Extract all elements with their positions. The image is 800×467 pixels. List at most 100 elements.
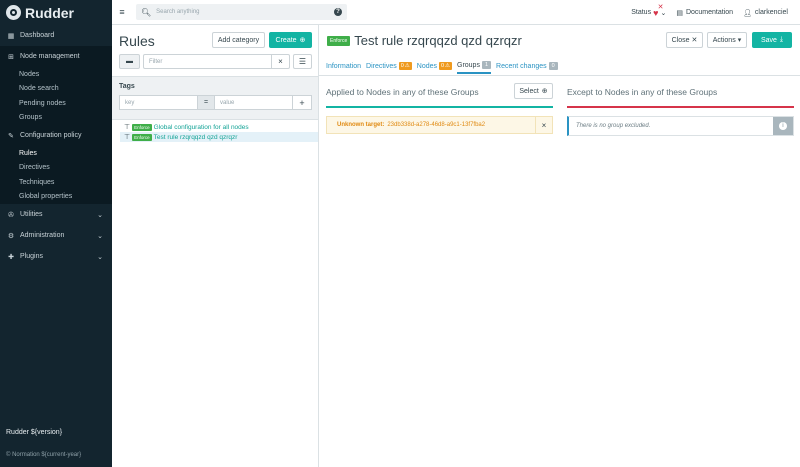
save-button[interactable]: Save ⤓: [752, 32, 792, 48]
actions-button[interactable]: Actions ▾: [707, 32, 747, 48]
tag-value-input[interactable]: value: [214, 95, 293, 110]
sidebar-item-label: Dashboard: [20, 32, 55, 39]
select-button[interactable]: Select ⊕: [514, 83, 553, 99]
configuration-policy-submenu: Rules Directives Techniques Global prope…: [0, 146, 112, 204]
warning-icon: ⚠: [404, 63, 410, 69]
sidebar-item-label: Configuration policy: [20, 132, 82, 139]
sidebar-item-pending-nodes[interactable]: Pending nodes: [0, 96, 112, 111]
rules-panel: Rules Add category Create ⊕ ▬ Filter × ☰…: [112, 25, 319, 467]
tab-label: Groups: [457, 61, 480, 69]
tree-item-label: Global configuration for all nodes: [153, 123, 249, 131]
tab-directives[interactable]: Directives 0 ⚠: [366, 60, 412, 74]
status-label: Status: [631, 9, 652, 16]
logo[interactable]: Rudder: [0, 0, 112, 25]
chevron-down-icon: ⌄: [97, 254, 103, 261]
sidebar-item-node-search[interactable]: Node search: [0, 82, 112, 97]
sidebar-item-directives[interactable]: Directives: [0, 161, 112, 176]
rudder-logo-icon: [6, 5, 21, 20]
sidebar-item-administration[interactable]: ⚙ Administration ⌄: [0, 225, 112, 246]
topbar: ≡ 🔍︎ Search anything ? Status ♥ ✕ ⌄ ▤ Doc…: [112, 0, 800, 25]
status-menu[interactable]: Status ♥ ✕ ⌄: [631, 4, 666, 18]
sidebar-item-configuration-policy[interactable]: ✎ Configuration policy: [0, 125, 112, 146]
sidebar-item-plugins[interactable]: ✚ Plugins ⌄: [0, 246, 112, 267]
sidebar-item-nodes[interactable]: Nodes: [0, 67, 112, 82]
sidebar-item-groups[interactable]: Groups: [0, 111, 112, 126]
sitemap-icon: ⊤: [124, 124, 131, 131]
count-badge: 0 ⚠: [439, 62, 452, 70]
sidebar-item-dashboard[interactable]: ▦ Dashboard: [0, 25, 112, 46]
tree-item[interactable]: ⊤ Enforce Global configuration for all n…: [120, 122, 318, 132]
sidebar: Rudder ▦ Dashboard ⊞ Node management Nod…: [0, 0, 112, 467]
tab-recent-changes[interactable]: Recent changes 0: [496, 60, 558, 74]
search-input[interactable]: Search anything: [156, 9, 329, 15]
tab-label: Nodes: [416, 62, 437, 70]
tab-label: Recent changes: [496, 62, 547, 70]
tags-filter: Tags key = value +: [112, 76, 318, 120]
documentation-link[interactable]: ▤ Documentation: [676, 9, 733, 17]
tab-information[interactable]: Information: [326, 60, 361, 74]
pencil-icon: ✎: [8, 132, 14, 140]
sitemap-icon: ⊞: [8, 53, 14, 61]
tag-input-row: key = value +: [119, 95, 312, 110]
tags-label: Tags: [119, 83, 135, 90]
caret-down-icon: ▾: [737, 37, 742, 44]
count-value: 0: [400, 63, 404, 69]
tag-key-input[interactable]: key: [119, 95, 198, 110]
book-icon: ▤: [676, 9, 683, 17]
close-label: Close: [671, 36, 690, 44]
sidebar-item-node-management[interactable]: ⊞ Node management: [0, 46, 112, 67]
applied-groups-label: Applied to Nodes in any of these Groups: [326, 87, 479, 97]
rules-tree: ⊤ Enforce Global configuration for all n…: [120, 122, 318, 142]
tree-item-selected[interactable]: ⊤ Enforce Test rule rzqrqqzd qzd qzrqzr: [120, 132, 318, 142]
no-group-message: There is no group excluded. i: [567, 116, 794, 136]
actions-label: Actions: [712, 36, 736, 44]
sitemap-icon: ⊤: [124, 134, 131, 141]
close-icon: ✕: [691, 37, 698, 44]
search-bar[interactable]: 🔍︎ Search anything ?: [136, 4, 347, 20]
applied-divider: [326, 106, 553, 108]
remove-target-icon[interactable]: ×: [535, 117, 552, 133]
enforce-badge: Enforce: [327, 35, 351, 46]
excluded-divider: [567, 106, 794, 108]
tab-nodes[interactable]: Nodes 0 ⚠: [417, 60, 452, 74]
unknown-target-value: 23db338d-a278-46d8-a9c1-13f7fba2: [387, 122, 486, 128]
plus-icon: +: [299, 97, 305, 108]
unknown-target-row: Unknown target: 23db338d-a278-46d8-a9c1-…: [326, 116, 553, 134]
count-badge: 0: [548, 62, 558, 70]
add-category-button[interactable]: Add category: [212, 32, 265, 48]
rule-header: Enforce Test rule rzqrqqzd qzd qzrqzr: [327, 33, 522, 48]
clear-filter-icon[interactable]: ×: [271, 55, 289, 68]
sidebar-item-techniques[interactable]: Techniques: [0, 175, 112, 190]
wrench-icon: ✇: [8, 211, 14, 219]
warning-icon: ⚠: [445, 63, 450, 69]
version-label: Rudder ${version}: [6, 429, 63, 436]
no-group-text: There is no group excluded.: [576, 123, 651, 129]
sidebar-item-label: Utilities: [20, 211, 43, 218]
plus-circle-icon: ⊕: [541, 88, 548, 95]
create-label: Create: [275, 36, 297, 44]
menu-toggle-icon[interactable]: ≡: [112, 7, 132, 17]
info-icon[interactable]: ?: [334, 8, 342, 16]
user-menu[interactable]: 👤︎ clarkenciel: [743, 9, 788, 17]
sidebar-item-label: Node management: [20, 53, 80, 60]
info-button[interactable]: i: [773, 117, 793, 135]
tab-groups[interactable]: Groups 1: [457, 60, 492, 74]
folder-toggle-button[interactable]: ▬: [119, 54, 140, 69]
sidebar-item-global-properties[interactable]: Global properties: [0, 190, 112, 205]
tag-equals: =: [198, 95, 214, 110]
filter-input[interactable]: Filter ×: [143, 54, 290, 69]
sidebar-item-utilities[interactable]: ✇ Utilities ⌄: [0, 204, 112, 225]
add-tag-button[interactable]: +: [293, 95, 312, 110]
applied-groups-column: Applied to Nodes in any of these Groups …: [326, 81, 553, 134]
rule-title: Test rule rzqrqqzd qzd qzrqzr: [354, 33, 522, 48]
sidebar-item-label: Administration: [20, 232, 65, 239]
sidebar-item-rules[interactable]: Rules: [0, 146, 112, 161]
close-button[interactable]: Close ✕: [666, 32, 703, 48]
tab-label: Information: [326, 62, 362, 70]
gear-icon: ⚙: [7, 232, 15, 240]
user-name: clarkenciel: [754, 9, 788, 16]
sliders-icon: ☰: [298, 57, 307, 66]
filter-settings-button[interactable]: ☰: [293, 54, 312, 69]
tab-label: Directives: [366, 62, 397, 70]
create-button[interactable]: Create ⊕: [269, 32, 312, 48]
